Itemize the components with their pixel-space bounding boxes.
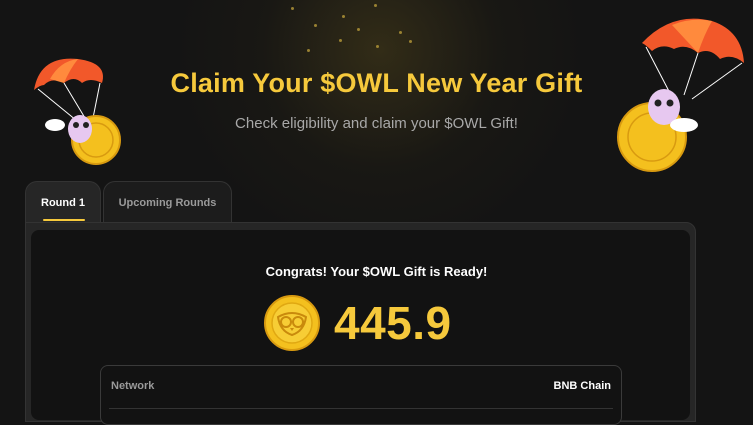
network-value: BNB Chain bbox=[553, 380, 611, 392]
page-subtitle: Check eligibility and claim your $OWL Gi… bbox=[235, 115, 518, 132]
tab-label: Upcoming Rounds bbox=[118, 196, 217, 209]
tab-round-1[interactable]: Round 1 bbox=[25, 181, 101, 223]
tab-label: Round 1 bbox=[41, 196, 85, 209]
network-label: Network bbox=[111, 380, 155, 392]
page-title: Claim Your $OWL New Year Gift bbox=[170, 68, 583, 98]
details-box: Network BNB Chain bbox=[100, 365, 622, 425]
gift-amount-row: 445.9 bbox=[264, 295, 452, 351]
tab-upcoming-rounds[interactable]: Upcoming Rounds bbox=[103, 181, 232, 223]
owl-coin-icon bbox=[264, 295, 320, 351]
congrats-message: Congrats! Your $OWL Gift is Ready! bbox=[265, 264, 488, 279]
gift-amount: 445.9 bbox=[334, 297, 452, 349]
divider bbox=[109, 408, 613, 409]
active-tab-underline bbox=[43, 219, 85, 221]
